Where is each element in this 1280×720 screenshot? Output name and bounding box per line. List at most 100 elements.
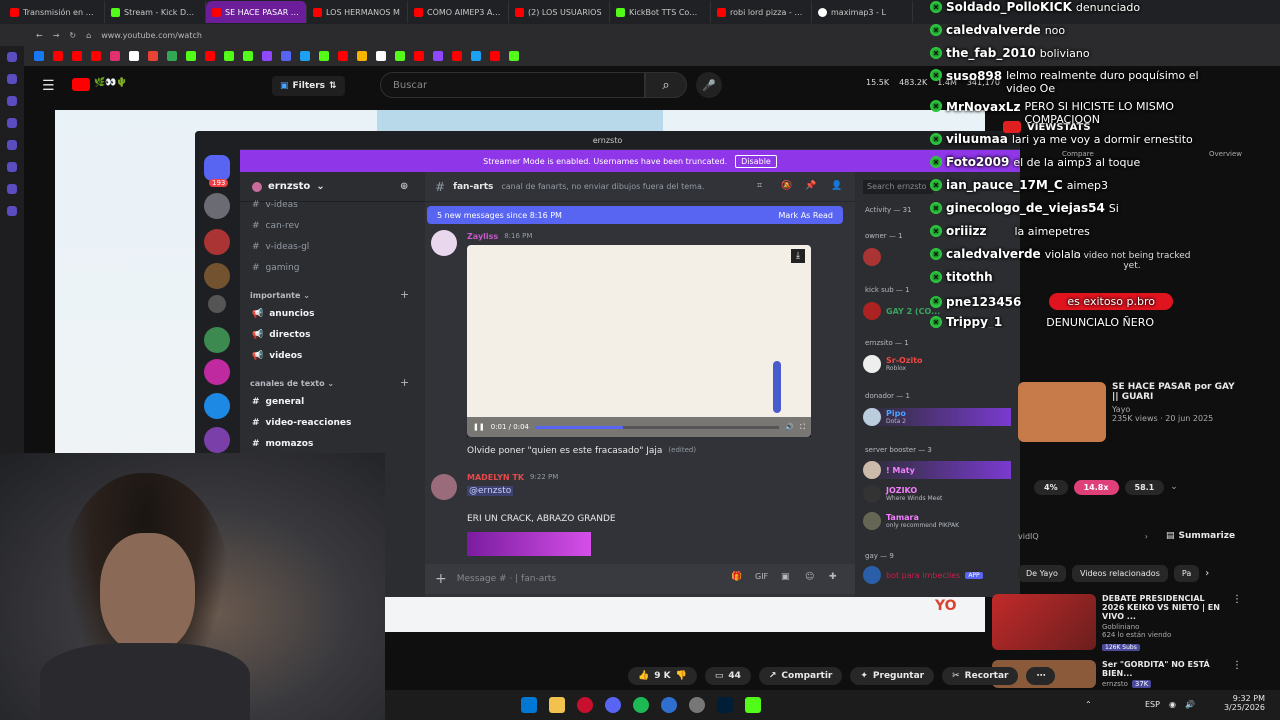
youtube-logo-icon[interactable] bbox=[72, 78, 90, 91]
avatar[interactable] bbox=[431, 474, 457, 500]
youtube-icon[interactable] bbox=[414, 51, 424, 61]
recommended-video[interactable]: SE HACE PASAR por GAY || GUARI Yayo 235K… bbox=[1018, 382, 1242, 442]
discord-search-input[interactable]: Search ernzsto bbox=[863, 180, 933, 194]
sticker-icon[interactable]: ▣ bbox=[781, 572, 790, 582]
instagram-icon[interactable] bbox=[7, 74, 17, 84]
gmail-icon[interactable] bbox=[148, 51, 158, 61]
history-icon[interactable] bbox=[7, 184, 17, 194]
more-vertical-icon[interactable]: ⋮ bbox=[1232, 594, 1242, 654]
summarize-button[interactable]: ▤ Summarize bbox=[1166, 526, 1235, 546]
discord-icon[interactable] bbox=[605, 697, 621, 713]
kick-icon[interactable] bbox=[319, 51, 329, 61]
browser-tab[interactable]: Transmisión en vivo bbox=[4, 1, 105, 23]
file-explorer-icon[interactable] bbox=[549, 697, 565, 713]
chevron-down-icon[interactable]: ⌄ bbox=[1170, 482, 1178, 492]
kick-icon[interactable] bbox=[745, 697, 761, 713]
channel-item[interactable]: # momazos bbox=[252, 439, 313, 449]
attached-image[interactable] bbox=[467, 532, 591, 556]
photoshop-icon[interactable] bbox=[717, 697, 733, 713]
pin-icon[interactable]: 📌 bbox=[805, 181, 816, 191]
browser-tab[interactable]: Stream - Kick Dashb bbox=[105, 1, 206, 23]
voice-search-button[interactable]: 🎤 bbox=[696, 72, 722, 98]
youtube-icon[interactable] bbox=[53, 51, 63, 61]
server-icon[interactable] bbox=[204, 359, 230, 385]
kick-icon[interactable] bbox=[395, 51, 405, 61]
obs-icon[interactable] bbox=[689, 697, 705, 713]
gift-icon[interactable]: 🎁 bbox=[731, 572, 742, 582]
twitch-icon[interactable] bbox=[262, 51, 272, 61]
bookmark-icon[interactable] bbox=[357, 51, 367, 61]
search-input[interactable]: Buscar bbox=[380, 72, 645, 98]
search-button[interactable]: ⌕ bbox=[645, 72, 687, 98]
channel-item[interactable]: # general bbox=[252, 397, 304, 407]
facebook-icon[interactable] bbox=[34, 51, 44, 61]
server-icon[interactable] bbox=[204, 393, 230, 419]
gif-icon[interactable]: GIF bbox=[755, 572, 768, 581]
video-channel[interactable]: ernzsto bbox=[1102, 680, 1128, 688]
back-icon[interactable]: ← bbox=[36, 31, 43, 40]
ask-button[interactable]: ✦ Preguntar bbox=[850, 667, 935, 685]
browser-icon[interactable] bbox=[661, 697, 677, 713]
member-item[interactable] bbox=[863, 248, 881, 266]
youtube-icon[interactable] bbox=[490, 51, 500, 61]
twitch-icon[interactable] bbox=[433, 51, 443, 61]
invite-icon[interactable]: ⊕ bbox=[400, 181, 408, 192]
chevron-up-icon[interactable]: ⌃ bbox=[1085, 700, 1092, 709]
instagram-icon[interactable] bbox=[110, 51, 120, 61]
member-item[interactable]: Pipo Dota 2 bbox=[863, 408, 1011, 426]
site-info-icon[interactable]: ⌂ bbox=[86, 31, 91, 40]
like-button[interactable]: 👍 9 K 👎 bbox=[628, 667, 697, 685]
mute-icon[interactable]: 🔕 bbox=[781, 181, 792, 191]
category-header[interactable]: canales de texto ⌄ bbox=[250, 379, 334, 388]
download-icon[interactable]: ⤓ bbox=[791, 249, 805, 263]
video-channel[interactable]: Gobliniano bbox=[1102, 623, 1226, 631]
recommended-video[interactable]: DEBATE PRESIDENCIAL 2026 KEIKO VS NIETO … bbox=[992, 594, 1242, 654]
server-icon[interactable] bbox=[204, 229, 230, 255]
add-channel-icon[interactable]: + bbox=[400, 288, 409, 301]
member-item[interactable]: Sr-Ozito Roblox bbox=[863, 355, 923, 373]
opera-icon[interactable] bbox=[577, 697, 593, 713]
x-icon[interactable] bbox=[129, 51, 139, 61]
browser-tab[interactable]: KickBot TTS Comma bbox=[610, 1, 711, 23]
server-icon[interactable] bbox=[204, 427, 230, 453]
youtube-icon[interactable] bbox=[205, 51, 215, 61]
pause-icon[interactable]: ❚❚ bbox=[473, 423, 485, 431]
video-title[interactable]: DEBATE PRESIDENCIAL 2026 KEIKO VS NIETO … bbox=[1102, 594, 1226, 621]
filters-button[interactable]: ▣ Filters ⇅ bbox=[272, 76, 345, 96]
wifi-icon[interactable]: ◉ bbox=[1169, 700, 1176, 709]
mark-as-read-button[interactable]: Mark As Read bbox=[778, 211, 833, 220]
twitch-icon[interactable] bbox=[7, 140, 17, 150]
browser-tab[interactable]: CÓMO AIMEP3 ARR bbox=[408, 1, 509, 23]
disable-streamer-mode-button[interactable]: Disable bbox=[735, 154, 777, 168]
bookmark-icon[interactable] bbox=[300, 51, 310, 61]
menu-icon[interactable]: ☰ bbox=[42, 78, 55, 94]
avatar[interactable] bbox=[431, 230, 457, 256]
fullscreen-icon[interactable]: ⛶ bbox=[800, 423, 805, 432]
attached-video[interactable]: ⤓ ❚❚ 0:01 / 0:04 🔊 ⛶ bbox=[467, 245, 811, 437]
browser-tab-active[interactable]: SE HACE PASAR por GAY bbox=[206, 1, 307, 23]
member-item[interactable]: JOZIKO Where Winds Meet bbox=[863, 485, 942, 503]
members-icon[interactable]: 👤 bbox=[831, 181, 842, 191]
channel-item[interactable]: # video-reacciones bbox=[252, 418, 351, 428]
kick-icon[interactable] bbox=[186, 51, 196, 61]
channel-item[interactable]: 📢 directos bbox=[252, 330, 310, 340]
threads-icon[interactable]: ⌗ bbox=[757, 181, 762, 191]
share-button[interactable]: ↗ Compartir bbox=[758, 667, 843, 685]
chip[interactable]: De Yayo bbox=[1018, 564, 1066, 582]
forward-icon[interactable]: → bbox=[53, 31, 60, 40]
video-title[interactable]: SE HACE PASAR por GAY || GUARI bbox=[1112, 382, 1242, 402]
url-text[interactable]: www.youtube.com/watch bbox=[101, 31, 202, 40]
chip[interactable]: Pa bbox=[1173, 564, 1200, 582]
new-messages-bar[interactable]: 5 new messages since 8:16 PM Mark As Rea… bbox=[427, 206, 843, 224]
member-item[interactable]: GAY 2 (CO... bbox=[863, 302, 940, 320]
video-thumbnail[interactable] bbox=[992, 594, 1096, 650]
more-button[interactable]: ⋯ bbox=[1026, 667, 1056, 685]
bookmark-icon[interactable] bbox=[376, 51, 386, 61]
member-item[interactable]: bot para imbeciles APP bbox=[863, 566, 983, 584]
bookmark-icon[interactable] bbox=[471, 51, 481, 61]
chip[interactable]: Videos relacionados bbox=[1071, 564, 1168, 582]
video-channel[interactable]: Yayo bbox=[1112, 405, 1242, 414]
youtube-icon[interactable] bbox=[338, 51, 348, 61]
settings-icon[interactable] bbox=[7, 206, 17, 216]
windows-start-icon[interactable] bbox=[521, 697, 537, 713]
